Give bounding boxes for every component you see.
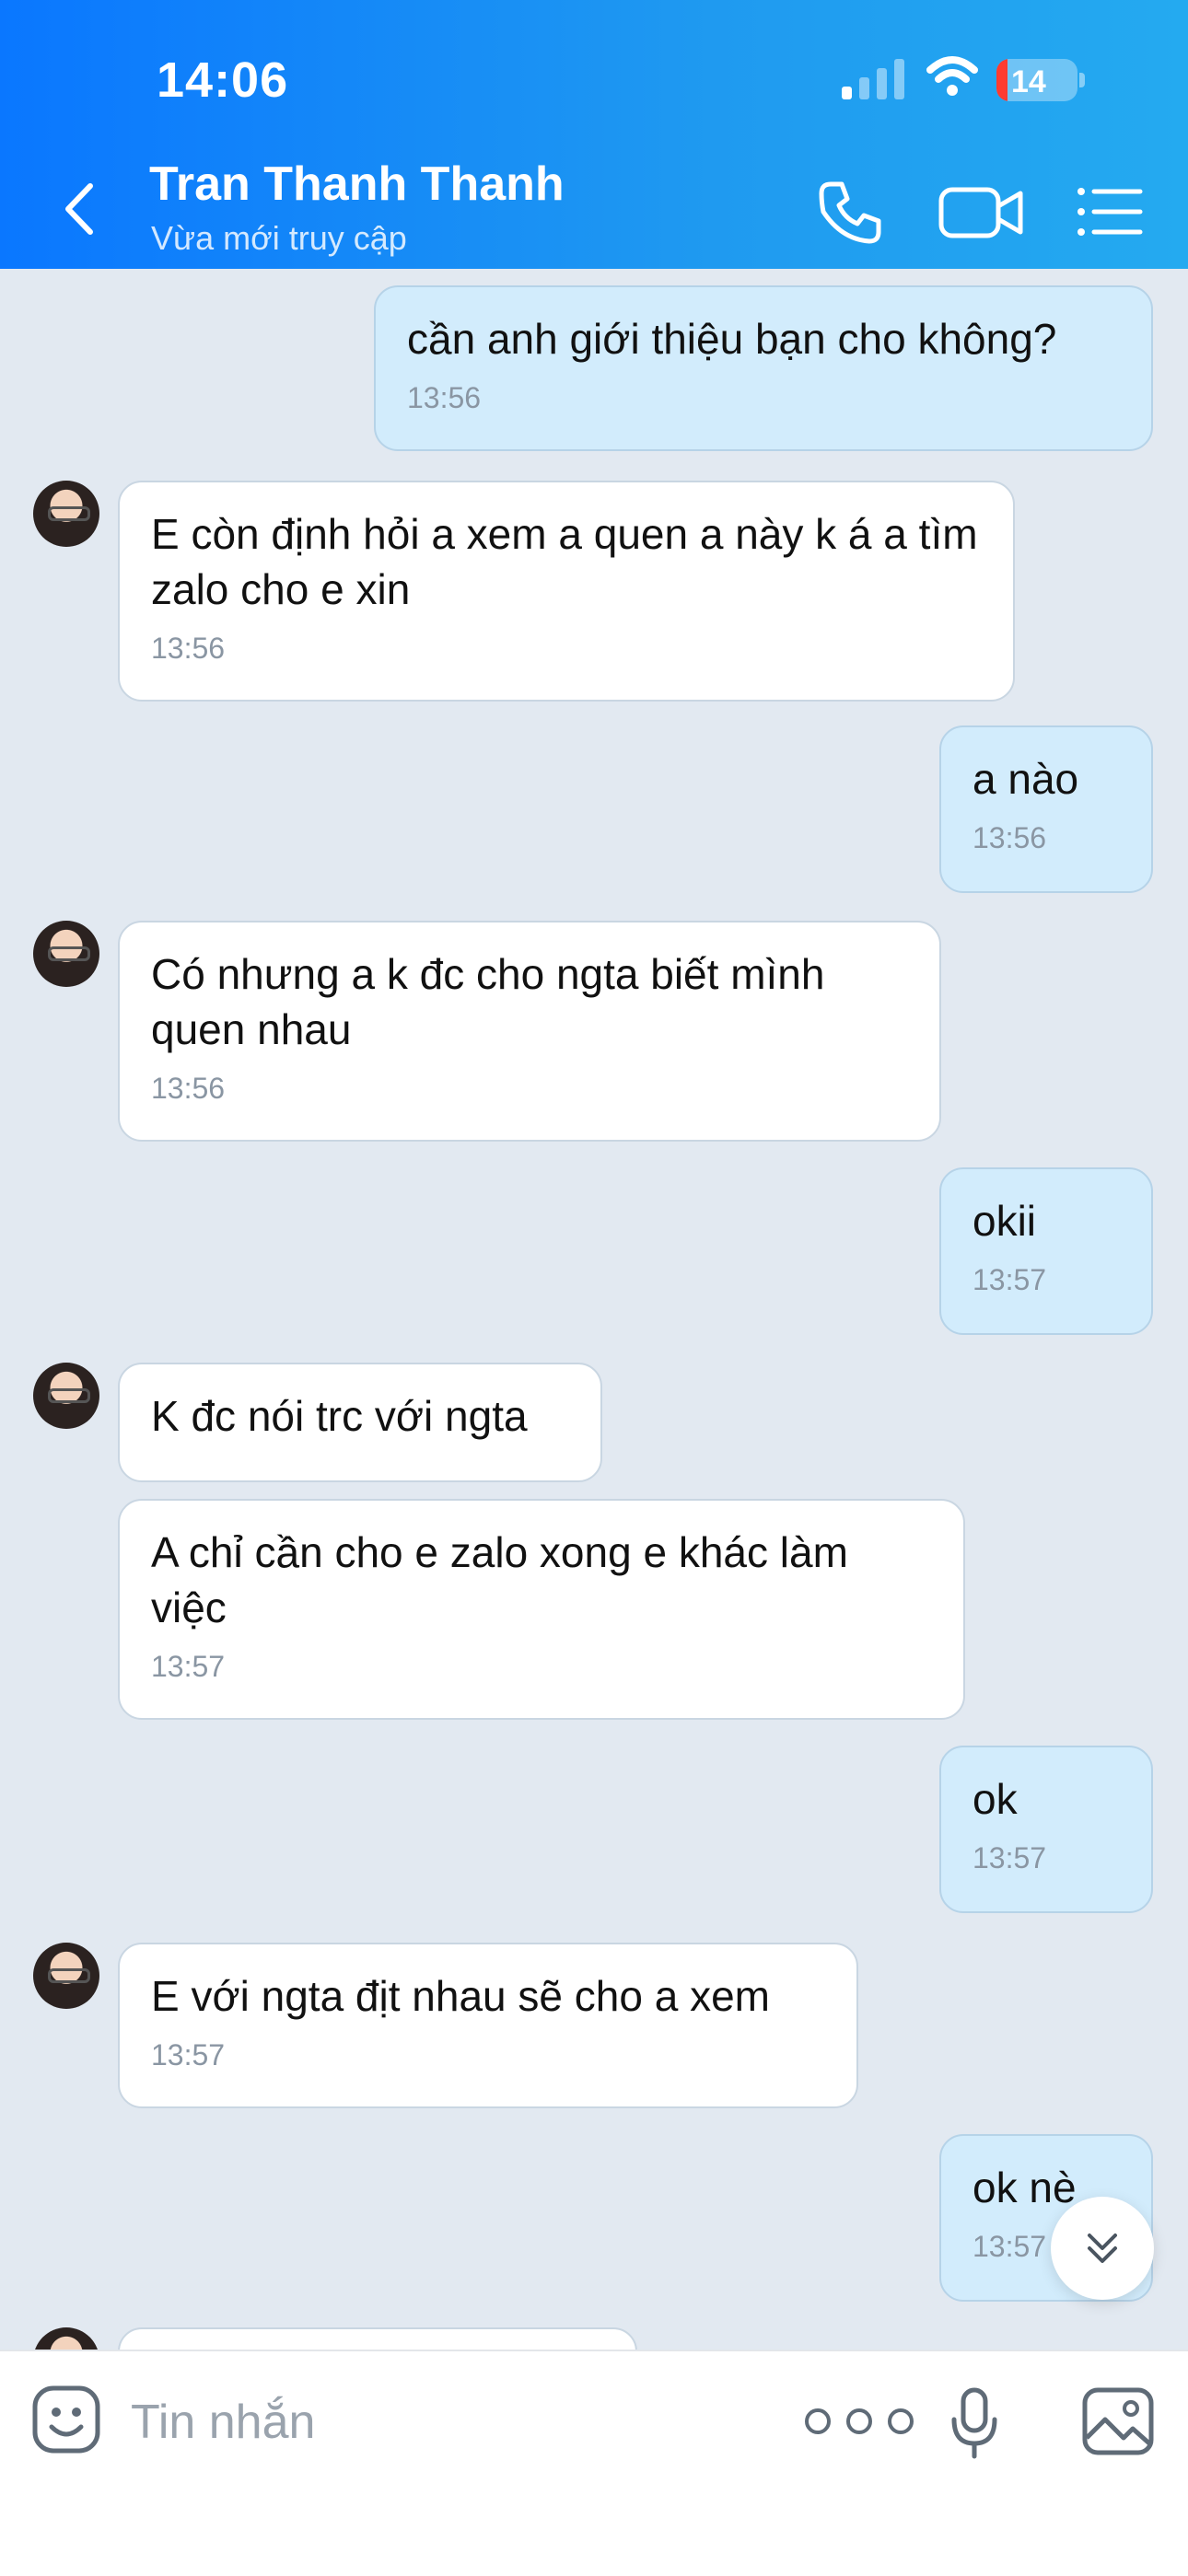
message-bubble-received[interactable]: K đc nói trc với ngta	[118, 1363, 602, 1482]
contact-avatar[interactable]	[33, 1943, 99, 2009]
message-list[interactable]: cần anh giới thiệu bạn cho không? 13:56 …	[0, 269, 1188, 2350]
message-input[interactable]	[129, 2386, 759, 2458]
scroll-to-bottom-button[interactable]	[1051, 2197, 1154, 2300]
contact-avatar[interactable]	[33, 481, 99, 547]
message-bubble-sent[interactable]: a nào 13:56	[939, 725, 1153, 893]
message-text: a nào	[973, 755, 1079, 803]
message-time: 13:56	[151, 632, 226, 665]
microphone-icon[interactable]	[949, 2386, 1000, 2460]
message-time: 13:56	[973, 821, 1047, 854]
emoji-icon[interactable]	[31, 2385, 101, 2454]
contact-name[interactable]: Tran Thanh Thanh	[149, 157, 565, 212]
contact-avatar[interactable]	[33, 921, 99, 987]
battery-indicator: 14	[996, 59, 1085, 101]
contact-status: Vừa mới truy cập	[151, 219, 407, 257]
image-icon[interactable]	[1081, 2386, 1155, 2456]
message-text: E còn định hỏi a xem a quen a này k á a …	[151, 510, 978, 613]
message-bubble-sent[interactable]: cần anh giới thiệu bạn cho không? 13:56	[374, 285, 1153, 451]
video-call-icon[interactable]	[938, 175, 1026, 249]
battery-fill	[996, 59, 1008, 101]
message-bubble-received[interactable]: E với ngta địt nhau sẽ cho a xem 13:57	[118, 1943, 858, 2108]
message-text: Có nhưng a k đc cho ngta biết mình quen …	[151, 950, 825, 1053]
message-text: cần anh giới thiệu bạn cho không?	[407, 315, 1057, 363]
chevron-double-down-icon	[1088, 2234, 1117, 2263]
message-bubble-received[interactable]: A chỉ cần cho e zalo xong e khác làm việ…	[118, 1499, 965, 1720]
contact-avatar[interactable]	[33, 1363, 99, 1429]
message-time: 13:57	[973, 1263, 1047, 1296]
message-input-bar	[0, 2350, 1188, 2576]
back-icon[interactable]	[53, 177, 109, 241]
message-text: okii	[973, 1197, 1037, 1245]
battery-level: 14	[1011, 64, 1046, 99]
more-options-icon[interactable]	[799, 2403, 919, 2440]
wifi-icon	[926, 56, 978, 96]
message-text: E với ngta địt nhau sẽ cho a xem	[151, 1972, 770, 2020]
message-bubble-sent[interactable]: okii 13:57	[939, 1167, 1153, 1335]
message-time: 13:57	[151, 1650, 226, 1683]
chat-header: 14:06 14 Tran Thanh Thanh Vừa mới truy c…	[0, 0, 1188, 269]
message-text: ok	[973, 1775, 1018, 1823]
message-bubble-received[interactable]	[118, 2327, 637, 2350]
message-text: K đc nói trc với ngta	[151, 1392, 528, 1440]
message-time: 13:56	[407, 381, 482, 414]
message-time: 13:56	[151, 1072, 226, 1105]
status-time: 14:06	[157, 52, 289, 108]
phone-icon[interactable]	[814, 175, 888, 249]
message-time: 13:57	[151, 2038, 226, 2071]
menu-list-icon[interactable]	[1072, 175, 1146, 249]
cellular-signal-icon	[842, 59, 904, 99]
contact-avatar[interactable]	[33, 2327, 99, 2350]
message-text: A chỉ cần cho e zalo xong e khác làm việ…	[151, 1528, 848, 1631]
message-bubble-sent[interactable]: ok 13:57	[939, 1746, 1153, 1913]
message-bubble-received[interactable]: E còn định hỏi a xem a quen a này k á a …	[118, 481, 1015, 702]
message-time: 13:57	[973, 1841, 1047, 1874]
message-bubble-received[interactable]: Có nhưng a k đc cho ngta biết mình quen …	[118, 921, 941, 1142]
